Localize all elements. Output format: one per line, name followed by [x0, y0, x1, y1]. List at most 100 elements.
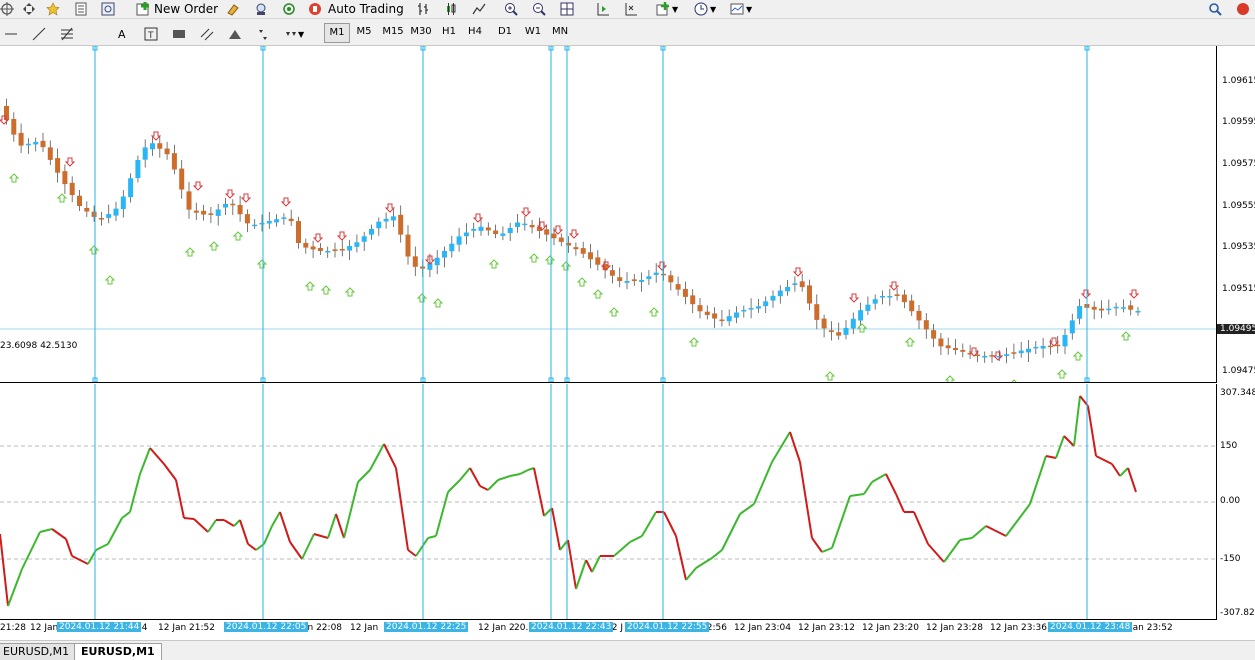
indicator-segment	[415, 537, 429, 557]
trendline-icon[interactable]	[32, 25, 46, 43]
timeframe-m30[interactable]: M30	[408, 23, 434, 41]
sell-arrow-icon	[1080, 289, 1092, 299]
metaeditor-icon[interactable]	[226, 0, 240, 18]
horizontal-line-icon[interactable]	[4, 25, 18, 43]
candle-body	[807, 285, 812, 304]
timeframe-mn[interactable]: MN	[548, 23, 572, 41]
candle-body	[332, 249, 338, 251]
indicator-segment	[1005, 503, 1031, 537]
candle-body	[814, 304, 820, 320]
candle-body	[1091, 306, 1097, 310]
auto-scroll-icon[interactable]	[624, 0, 638, 18]
arrows-icon[interactable]	[256, 25, 270, 43]
candle-body	[208, 213, 214, 215]
templates-icon[interactable]: ▼	[730, 0, 752, 18]
indicator-axis-label: 307.3483	[1220, 388, 1255, 398]
indicator-segment	[613, 541, 631, 557]
chevron-down-icon: ▼	[298, 29, 305, 39]
time-label: 12 Jan 23:12	[798, 623, 855, 633]
search-icon[interactable]	[1208, 0, 1222, 18]
move-icon[interactable]	[22, 0, 36, 18]
candle-body	[1062, 335, 1068, 347]
time-label: 20.	[514, 623, 529, 633]
navigator-icon[interactable]	[101, 0, 115, 18]
bar-chart-icon[interactable]	[416, 0, 430, 18]
strategy-tester-icon[interactable]	[254, 0, 268, 18]
notification-icon[interactable]	[1236, 0, 1250, 18]
chart-shift-icon[interactable]	[596, 0, 610, 18]
zoom-out-icon[interactable]	[532, 0, 546, 18]
timeframe-h4[interactable]: H4	[464, 23, 486, 41]
indicator-segment	[971, 525, 987, 539]
indicator-segment	[327, 513, 337, 539]
candle-body	[18, 132, 24, 146]
new-order-button[interactable]: New Order	[136, 0, 218, 18]
buy-arrow-icon	[432, 298, 444, 308]
candle-body	[1011, 352, 1017, 354]
vline-time-label: 2024.01.12 23:48	[1048, 622, 1133, 632]
indicator-segment	[533, 467, 545, 517]
timeframe-m5[interactable]: M5	[352, 23, 376, 41]
buy-arrow-icon	[232, 231, 244, 241]
indicator-segment	[447, 479, 461, 493]
fibonacci-icon[interactable]	[60, 25, 74, 43]
candle-body	[617, 277, 623, 281]
indicator-segment	[343, 481, 359, 539]
timeframe-w1[interactable]: W1	[522, 23, 544, 41]
indicator-pane[interactable]	[0, 384, 1217, 620]
favorites-icon[interactable]	[46, 0, 60, 18]
indicator-segment	[357, 469, 371, 483]
candle-body	[274, 219, 280, 223]
timeframe-m15[interactable]: M15	[380, 23, 406, 41]
timeframe-m1[interactable]: M1	[324, 23, 350, 43]
candle-body	[1018, 350, 1024, 354]
text-tool-icon[interactable]: A	[118, 25, 126, 43]
time-label: 12 Jan	[30, 623, 59, 633]
candle-body	[675, 284, 681, 290]
indicators-icon[interactable]: ▼	[656, 0, 678, 18]
sell-arrow-icon	[1128, 289, 1140, 299]
tab-eurusd-m1-active[interactable]: EURUSD,M1	[74, 643, 162, 660]
buy-arrow-icon	[528, 253, 540, 263]
price-chart[interactable]	[0, 46, 1216, 382]
candle-body	[734, 312, 739, 318]
channel-icon[interactable]	[200, 25, 214, 43]
candle-body	[493, 230, 499, 235]
indicator-segment	[239, 519, 249, 545]
chart-window[interactable]: 1.09615 1.09595 1.09575 1.09555 1.09535 …	[0, 46, 1255, 620]
signals-icon[interactable]	[282, 0, 296, 18]
indicator-segment	[753, 461, 773, 505]
candle-body	[1047, 345, 1053, 348]
candle-body	[828, 330, 834, 332]
indicator-segment	[149, 447, 165, 465]
data-window-icon[interactable]	[74, 0, 88, 18]
candle-body	[770, 295, 776, 301]
timeframe-d1[interactable]: D1	[494, 23, 516, 41]
periods-icon[interactable]: ▼	[694, 0, 716, 18]
crosshair-icon[interactable]	[0, 0, 14, 18]
buy-arrow-icon	[8, 173, 20, 183]
zoom-in-icon[interactable]	[504, 0, 518, 18]
triangle-icon[interactable]	[228, 25, 242, 43]
auto-trading-button[interactable]: Auto Trading	[308, 0, 404, 18]
buy-arrow-icon	[1056, 369, 1068, 379]
price-pane[interactable]	[0, 46, 1217, 383]
candle-body	[792, 283, 798, 285]
candle-body	[894, 294, 900, 296]
candle-body	[901, 294, 907, 303]
more-tools-icon[interactable]: ▼	[284, 25, 304, 43]
new-order-label: New Order	[154, 2, 219, 16]
indicator-segment	[575, 559, 587, 590]
candle-body	[84, 207, 90, 212]
text-label-icon[interactable]: T	[144, 25, 158, 43]
timeframe-h1[interactable]: H1	[438, 23, 460, 41]
line-chart-icon[interactable]	[472, 0, 486, 18]
indicator-chart[interactable]	[0, 384, 1216, 619]
candlestick-chart-icon[interactable]	[444, 0, 458, 18]
tab-eurusd-m1[interactable]: EURUSD,M1	[0, 643, 77, 660]
rectangle-icon[interactable]	[172, 25, 186, 43]
buy-arrow-icon	[88, 245, 100, 255]
candle-body	[953, 348, 958, 350]
time-label: 12 Jan 23:04	[734, 623, 791, 633]
tile-windows-icon[interactable]	[560, 0, 574, 18]
